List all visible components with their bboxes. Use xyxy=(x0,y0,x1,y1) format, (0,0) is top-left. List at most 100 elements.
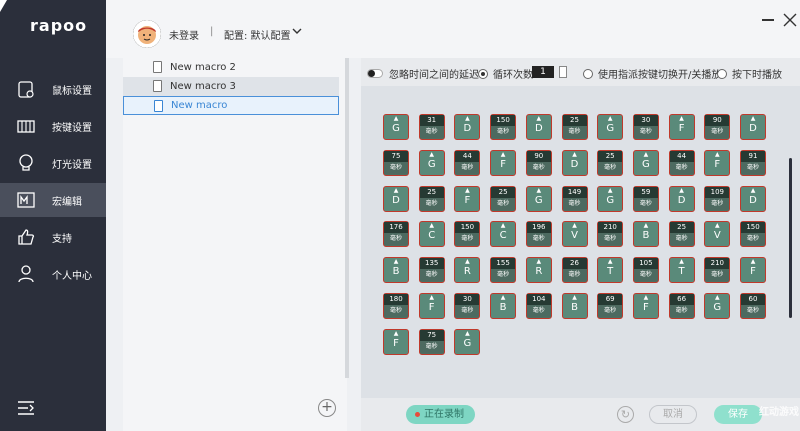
minimize-button[interactable] xyxy=(762,19,774,21)
key-step[interactable]: ▲ F xyxy=(490,149,517,176)
delay-step[interactable]: 150 毫秒 xyxy=(490,114,517,140)
loop-count-input[interactable]: 1 xyxy=(532,66,554,78)
key-step[interactable]: ▲ D xyxy=(383,185,409,212)
delay-step[interactable]: 44 毫秒 xyxy=(668,149,695,176)
sidebar-item-support[interactable]: 支持 xyxy=(0,220,106,254)
key-step[interactable]: ▲ F xyxy=(418,293,445,319)
loop-count-stepper[interactable] xyxy=(559,66,567,78)
ignore-delay-toggle[interactable]: 忽略时间之间的延迟 xyxy=(367,66,479,81)
key-step[interactable]: ▲ R xyxy=(454,257,481,284)
recording-button[interactable]: 正在录制 xyxy=(406,405,475,424)
key-step[interactable]: ▲ T xyxy=(668,257,695,284)
key-step[interactable]: ▲ B xyxy=(383,257,409,284)
grid-scrollbar[interactable] xyxy=(789,158,792,318)
chevron-down-icon[interactable] xyxy=(292,27,302,35)
key-step[interactable]: ▲ G xyxy=(632,149,659,176)
close-icon[interactable] xyxy=(782,12,798,28)
login-status[interactable]: 未登录 xyxy=(169,27,199,42)
key-step[interactable]: ▲ G xyxy=(418,149,445,176)
hold-mode-radio[interactable] xyxy=(717,68,727,79)
delay-step[interactable]: 69 毫秒 xyxy=(597,293,624,319)
delay-step[interactable]: 135 毫秒 xyxy=(418,257,445,284)
sidebar-item-keys[interactable]: 按键设置 xyxy=(0,109,106,143)
avatar[interactable] xyxy=(133,20,161,48)
add-macro-button[interactable]: + xyxy=(318,399,336,417)
key-step[interactable]: ▲ B xyxy=(632,221,659,248)
delay-step[interactable]: 109 毫秒 xyxy=(704,185,731,212)
delay-step[interactable]: 31 毫秒 xyxy=(418,114,445,140)
key-step[interactable]: ▲ V xyxy=(704,221,731,248)
delay-step[interactable]: 91 毫秒 xyxy=(740,149,766,176)
key-step[interactable]: ▲ F xyxy=(383,328,409,355)
key-step[interactable]: ▲ B xyxy=(561,293,588,319)
sidebar-item-macro[interactable]: 宏编辑 xyxy=(0,183,106,217)
delay-step[interactable]: 180 毫秒 xyxy=(383,293,409,319)
macro-list-item[interactable]: New macro xyxy=(123,96,339,115)
delay-step[interactable]: 60 毫秒 xyxy=(740,293,766,319)
delay-step[interactable]: 149 毫秒 xyxy=(561,185,588,212)
key-step[interactable]: ▲ C xyxy=(490,221,517,248)
delay-step[interactable]: 25 毫秒 xyxy=(490,185,517,212)
delay-step[interactable]: 150 毫秒 xyxy=(740,221,766,248)
delay-step[interactable]: 44 毫秒 xyxy=(454,149,481,176)
delay-step[interactable]: 196 毫秒 xyxy=(525,221,552,248)
key-step[interactable]: ▲ V xyxy=(561,221,588,248)
delay-step[interactable]: 75 毫秒 xyxy=(418,328,445,355)
key-step[interactable]: ▲ D xyxy=(668,185,695,212)
loop-count-option[interactable]: 循环次数 xyxy=(478,66,533,81)
key-step[interactable]: ▲ D xyxy=(525,114,552,140)
key-step[interactable]: ▲ G xyxy=(597,114,624,140)
delay-step[interactable]: 25 毫秒 xyxy=(597,149,624,176)
key-step[interactable]: ▲ G xyxy=(597,185,624,212)
sidebar-item-light[interactable]: 灯光设置 xyxy=(0,146,106,180)
key-step[interactable]: ▲ D xyxy=(740,114,766,140)
key-step[interactable]: ▲ F xyxy=(740,257,766,284)
macro-list-item[interactable]: New macro 2 xyxy=(123,58,339,77)
key-step[interactable]: ▲ C xyxy=(418,221,445,248)
key-step[interactable]: ▲ D xyxy=(454,114,481,140)
key-step[interactable]: ▲ T xyxy=(597,257,624,284)
delay-step[interactable]: 26 毫秒 xyxy=(561,257,588,284)
delay-step[interactable]: 90 毫秒 xyxy=(704,114,731,140)
delay-step[interactable]: 30 毫秒 xyxy=(632,114,659,140)
toggle-mode-option[interactable]: 使用指派按键切换开/关播放 xyxy=(583,66,721,81)
sidebar-item-mouse[interactable]: 鼠标设置 xyxy=(0,72,106,106)
key-step[interactable]: ▲ F xyxy=(454,185,481,212)
key-step[interactable]: ▲ F xyxy=(668,114,695,140)
key-step[interactable]: ▲ D xyxy=(561,149,588,176)
cancel-button[interactable]: 取消 xyxy=(649,405,697,424)
key-step[interactable]: ▲ F xyxy=(632,293,659,319)
delay-step[interactable]: 30 毫秒 xyxy=(454,293,481,319)
list-scrollbar[interactable] xyxy=(345,58,349,378)
key-step[interactable]: ▲ G xyxy=(525,185,552,212)
toggle-mode-radio[interactable] xyxy=(583,68,593,79)
menu-icon[interactable] xyxy=(18,401,34,415)
delay-step[interactable]: 105 毫秒 xyxy=(632,257,659,284)
delay-step[interactable]: 59 毫秒 xyxy=(632,185,659,212)
key-step[interactable]: ▲ G xyxy=(704,293,731,319)
delay-step[interactable]: 66 毫秒 xyxy=(668,293,695,319)
key-step[interactable]: ▲ R xyxy=(525,257,552,284)
delay-step[interactable]: 210 毫秒 xyxy=(704,257,731,284)
key-step[interactable]: ▲ B xyxy=(490,293,517,319)
delay-step[interactable]: 75 毫秒 xyxy=(383,149,409,176)
key-step[interactable]: ▲ F xyxy=(704,149,731,176)
macro-list-item[interactable]: New macro 3 xyxy=(123,77,339,96)
delay-step[interactable]: 176 毫秒 xyxy=(383,221,409,248)
delay-step[interactable]: 25 毫秒 xyxy=(418,185,445,212)
hold-mode-option[interactable]: 按下时播放 xyxy=(717,66,782,81)
key-step[interactable]: ▲ G xyxy=(383,114,409,140)
key-step[interactable]: ▲ D xyxy=(740,185,766,212)
redo-icon[interactable]: ↻ xyxy=(617,406,634,423)
delay-step[interactable]: 90 毫秒 xyxy=(525,149,552,176)
key-step[interactable]: ▲ G xyxy=(454,328,481,355)
delay-step[interactable]: 150 毫秒 xyxy=(454,221,481,248)
toggle-switch[interactable] xyxy=(367,69,383,78)
sidebar-item-profile[interactable]: 个人中心 xyxy=(0,257,106,291)
delay-step[interactable]: 25 毫秒 xyxy=(668,221,695,248)
delay-step[interactable]: 25 毫秒 xyxy=(561,114,588,140)
config-selector[interactable]: 配置: 默认配置 xyxy=(224,27,291,42)
delay-step[interactable]: 104 毫秒 xyxy=(525,293,552,319)
delay-step[interactable]: 155 毫秒 xyxy=(490,257,517,284)
delay-step[interactable]: 210 毫秒 xyxy=(597,221,624,248)
